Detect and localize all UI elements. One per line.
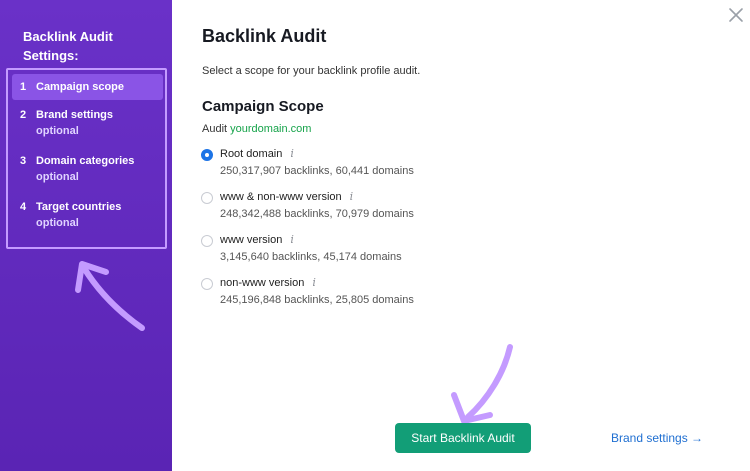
page-subtitle: Select a scope for your backlink profile… (202, 65, 421, 77)
radio-button[interactable] (201, 149, 213, 161)
info-icon[interactable]: i (350, 190, 354, 203)
option-label: Root domain (220, 148, 283, 160)
audit-target: Audit yourdomain.com (202, 123, 311, 135)
step-label: Campaign scope (36, 81, 125, 93)
option-stats: 248,342,488 backlinks, 70,979 domains (220, 208, 414, 220)
step-optional-label: optional (36, 171, 79, 183)
annotation-arrow-icon (451, 344, 513, 424)
step-target-countries[interactable]: 4 Target countries optional (12, 194, 163, 232)
step-domain-categories[interactable]: 3 Domain categories optional (12, 148, 163, 186)
info-icon[interactable]: i (290, 147, 294, 160)
audit-prefix: Audit (202, 123, 228, 135)
step-optional-label: optional (36, 125, 79, 137)
step-number: 1 (20, 81, 27, 93)
option-label: www & non-www version (220, 191, 342, 203)
start-backlink-audit-button[interactable]: Start Backlink Audit (395, 423, 531, 453)
radio-button[interactable] (201, 278, 213, 290)
step-brand-settings[interactable]: 2 Brand settings optional (12, 102, 163, 140)
step-campaign-scope[interactable]: 1 Campaign scope (12, 74, 163, 100)
sidebar: Backlink Audit Settings: 1 Campaign scop… (0, 0, 172, 471)
annotation-arrow-icon (75, 261, 145, 331)
step-number: 4 (20, 201, 27, 213)
option-label: www version (220, 234, 283, 246)
step-label: Target countries (36, 201, 122, 213)
audit-domain-link[interactable]: yourdomain.com (230, 123, 311, 135)
step-label: Domain categories (36, 155, 135, 167)
step-label: Brand settings (36, 109, 114, 121)
option-stats: 245,196,848 backlinks, 25,805 domains (220, 294, 414, 306)
next-step-brand-settings-link[interactable]: Brand settings → (611, 431, 703, 445)
radio-button[interactable] (201, 192, 213, 204)
option-stats: 3,145,640 backlinks, 45,174 domains (220, 251, 402, 263)
radio-button[interactable] (201, 235, 213, 247)
option-label: non-www version (220, 277, 305, 289)
section-title: Campaign Scope (202, 98, 324, 115)
steps-highlight-frame: 1 Campaign scope 2 Brand settings option… (6, 68, 167, 249)
info-icon[interactable]: i (312, 276, 316, 289)
step-number: 3 (20, 155, 27, 167)
info-icon[interactable]: i (290, 233, 294, 246)
sidebar-title: Backlink Audit Settings: (23, 29, 113, 63)
option-stats: 250,317,907 backlinks, 60,441 domains (220, 165, 414, 177)
step-number: 2 (20, 109, 27, 121)
scope-option-www-and-non-www[interactable]: www & non-www version i 248,342,488 backl… (201, 190, 531, 230)
page-title: Backlink Audit (202, 26, 327, 46)
scope-option-root-domain[interactable]: Root domain i 250,317,907 backlinks, 60,4… (201, 147, 531, 187)
close-icon[interactable] (727, 6, 745, 24)
scope-option-non-www[interactable]: non-www version i 245,196,848 backlinks, … (201, 276, 531, 316)
step-optional-label: optional (36, 217, 79, 229)
scope-option-www[interactable]: www version i 3,145,640 backlinks, 45,174… (201, 233, 531, 273)
